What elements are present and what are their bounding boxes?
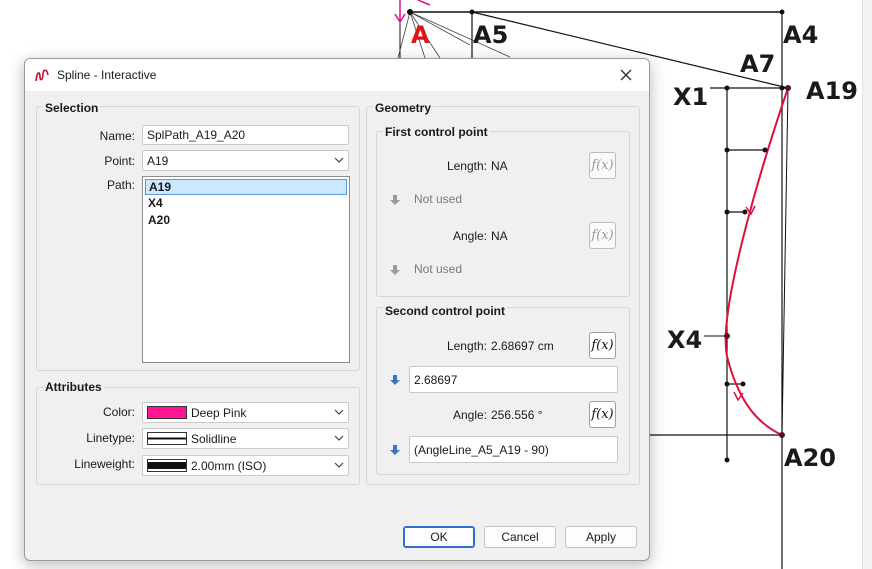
first-angle-formula-button[interactable]: f(x) bbox=[589, 222, 616, 249]
path-list-item[interactable]: A19 bbox=[145, 179, 347, 195]
point-X1 bbox=[724, 85, 730, 91]
label-A7: A7 bbox=[740, 50, 776, 78]
spline-interactive-dialog: Spline - Interactive Selection Name: Spl… bbox=[24, 58, 650, 561]
dialog-title: Spline - Interactive bbox=[57, 68, 157, 82]
color-swatch bbox=[147, 406, 187, 419]
color-label: Color: bbox=[102, 405, 135, 419]
lineweight-label: Lineweight: bbox=[74, 457, 135, 471]
point-A7 bbox=[779, 85, 785, 91]
chevron-down-icon bbox=[334, 157, 344, 163]
label-A4: A4 bbox=[783, 21, 819, 49]
point-tick-3 bbox=[724, 381, 730, 387]
first-length-formula: Not used bbox=[414, 192, 463, 206]
lineweight-select-value: 2.00mm (ISO) bbox=[191, 459, 267, 473]
second-length-value: 2.68697 cm bbox=[491, 339, 554, 353]
close-button[interactable] bbox=[603, 59, 649, 91]
path-label: Path: bbox=[106, 178, 135, 192]
color-select-value: Deep Pink bbox=[191, 406, 247, 420]
lineweight-icon bbox=[147, 459, 187, 472]
arrow-down-icon[interactable] bbox=[389, 374, 401, 386]
chevron-down-icon bbox=[334, 462, 344, 468]
attributes-title: Attributes bbox=[43, 380, 104, 394]
selection-title: Selection bbox=[43, 101, 101, 115]
second-angle-value: 256.556 ° bbox=[491, 408, 543, 422]
pink-marker bbox=[417, 0, 431, 6]
first-length-label: Length: bbox=[446, 159, 487, 173]
solid-line-icon bbox=[147, 432, 187, 445]
linetype-select-value: Solidline bbox=[191, 432, 237, 446]
point-tick-1 bbox=[724, 147, 730, 153]
arrow-down-icon bbox=[390, 195, 400, 205]
arrow-down-icon[interactable] bbox=[389, 444, 401, 456]
point-A5 bbox=[469, 9, 475, 15]
second-angle-formula-button[interactable]: f(x) bbox=[589, 401, 616, 428]
point-tick-2 bbox=[724, 209, 730, 215]
second-length-formula-button[interactable]: f(x) bbox=[589, 332, 616, 359]
first-length-formula-button[interactable]: f(x) bbox=[589, 152, 616, 179]
name-field[interactable]: SplPath_A19_A20 bbox=[142, 125, 349, 145]
second-angle-formula-field[interactable]: (AngleLine_A5_A19 - 90) bbox=[409, 436, 618, 463]
second-control-point-title: Second control point bbox=[383, 304, 507, 318]
linetype-label: Linetype: bbox=[86, 431, 135, 445]
label-A: A bbox=[411, 21, 430, 49]
chevron-down-icon bbox=[334, 435, 344, 441]
label-A20: A20 bbox=[784, 444, 836, 472]
point-A19 bbox=[785, 85, 791, 91]
apply-button[interactable]: Apply bbox=[565, 526, 637, 548]
label-A19: A19 bbox=[806, 77, 858, 105]
first-control-point-title: First control point bbox=[383, 125, 490, 139]
first-angle-value: NA bbox=[491, 229, 508, 243]
label-X1: X1 bbox=[673, 83, 709, 111]
point-A20 bbox=[779, 432, 785, 438]
canvas-scrollbar[interactable] bbox=[862, 0, 872, 569]
first-angle-formula: Not used bbox=[414, 262, 463, 276]
label-A5: A5 bbox=[473, 21, 509, 49]
second-length-label: Length: bbox=[446, 339, 487, 353]
label-X4: X4 bbox=[667, 326, 703, 354]
point-A bbox=[407, 9, 413, 15]
color-select[interactable]: Deep Pink bbox=[142, 402, 349, 423]
line-A19-A20 bbox=[781, 87, 789, 436]
path-list[interactable]: A19 X4 A20 bbox=[142, 176, 350, 363]
point-label: Point: bbox=[104, 154, 135, 168]
point-tick-3b bbox=[740, 381, 746, 387]
spline-A19-A20 bbox=[724, 87, 789, 436]
cancel-button[interactable]: Cancel bbox=[484, 526, 556, 548]
point-A4 bbox=[779, 9, 785, 15]
point-bottom bbox=[724, 457, 730, 463]
spline-arrow bbox=[733, 391, 744, 402]
close-icon bbox=[620, 69, 632, 81]
path-list-item[interactable]: A20 bbox=[145, 213, 347, 229]
name-label: Name: bbox=[99, 129, 135, 143]
path-list-item[interactable]: X4 bbox=[145, 196, 347, 212]
point-select[interactable]: A19 bbox=[142, 150, 349, 171]
chevron-down-icon bbox=[334, 409, 344, 415]
second-angle-label: Angle: bbox=[452, 408, 487, 422]
point-tick-1b bbox=[762, 147, 768, 153]
geometry-title: Geometry bbox=[373, 101, 434, 115]
second-length-formula-field[interactable]: 2.68697 bbox=[409, 366, 618, 393]
ok-button[interactable]: OK bbox=[403, 526, 475, 548]
point-tick-2b bbox=[742, 209, 748, 215]
point-X4 bbox=[724, 333, 730, 339]
dialog-titlebar[interactable]: Spline - Interactive bbox=[25, 59, 649, 91]
first-angle-label: Angle: bbox=[452, 229, 487, 243]
arrow-down-icon bbox=[390, 265, 400, 275]
spline-app-icon bbox=[35, 69, 49, 82]
lineweight-select[interactable]: 2.00mm (ISO) bbox=[142, 455, 349, 476]
first-length-value: NA bbox=[491, 159, 508, 173]
linetype-select[interactable]: Solidline bbox=[142, 428, 349, 449]
point-select-value: A19 bbox=[147, 154, 169, 168]
